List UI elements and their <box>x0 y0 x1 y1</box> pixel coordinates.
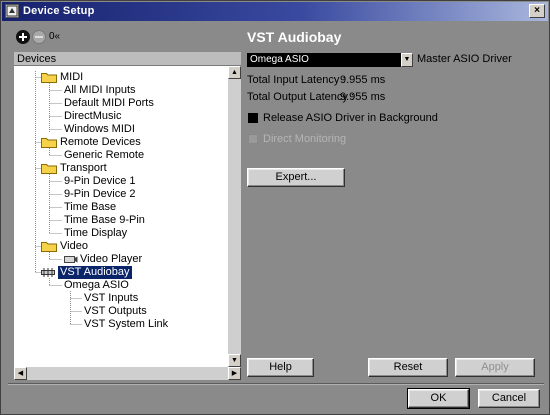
app-icon <box>5 4 19 18</box>
output-latency-value: 9.955 ms <box>340 91 386 103</box>
tree-vertical-scrollbar[interactable]: ▲ ▼ <box>228 66 241 367</box>
scroll-up-icon[interactable]: ▲ <box>228 66 241 79</box>
cancel-button[interactable]: Cancel <box>478 389 540 408</box>
direct-monitoring-checkbox[interactable] <box>248 134 258 144</box>
reset-device-button[interactable]: 0« <box>49 30 67 44</box>
scroll-left-icon[interactable]: ◀ <box>14 367 27 380</box>
help-button[interactable]: Help <box>247 358 314 377</box>
title-bar[interactable]: Device Setup × <box>2 2 548 21</box>
expert-button[interactable]: Expert... <box>247 168 345 187</box>
panel-title: VST Audiobay <box>247 29 342 45</box>
master-asio-driver-label: Master ASIO Driver <box>417 53 512 65</box>
device-setup-window: Device Setup × 0« Devices MIDI All MIDI … <box>0 0 550 415</box>
add-device-button[interactable] <box>16 30 30 44</box>
output-latency-label: Total Output Latency : <box>247 91 355 103</box>
remove-device-button[interactable] <box>32 30 46 44</box>
release-driver-label: Release ASIO Driver in Background <box>263 112 438 124</box>
footer-separator <box>8 383 544 385</box>
devices-tree: MIDI All MIDI Inputs Default MIDI Ports … <box>14 66 228 367</box>
video-player-icon <box>64 256 78 263</box>
window-title: Device Setup <box>23 5 95 17</box>
folder-icon <box>41 164 57 174</box>
ok-button[interactable]: OK <box>407 388 470 409</box>
reset-button[interactable]: Reset <box>368 358 448 377</box>
direct-monitoring-label: Direct Monitoring <box>263 133 347 145</box>
folder-icon <box>41 242 57 252</box>
master-asio-driver-select[interactable]: Omega ASIO ▼ <box>247 53 413 67</box>
tree-horizontal-scrollbar[interactable]: ◀ ▶ <box>14 367 241 380</box>
apply-button[interactable]: Apply <box>455 358 535 377</box>
folder-icon <box>41 73 57 83</box>
input-latency-label: Total Input Latency : <box>247 74 346 86</box>
vst-audiobay-label: VST Audiobay <box>58 266 132 279</box>
scroll-down-icon[interactable]: ▼ <box>228 354 241 367</box>
driver-select-value: Omega ASIO <box>250 54 309 65</box>
chevron-down-icon[interactable]: ▼ <box>401 53 413 67</box>
input-latency-value: 9.955 ms <box>340 74 386 86</box>
scroll-right-icon[interactable]: ▶ <box>228 367 241 380</box>
release-driver-checkbox[interactable] <box>248 113 258 123</box>
audio-device-icon <box>41 268 55 277</box>
folder-icon <box>41 138 57 148</box>
close-button[interactable]: × <box>529 4 545 18</box>
devices-header: Devices <box>14 52 241 66</box>
